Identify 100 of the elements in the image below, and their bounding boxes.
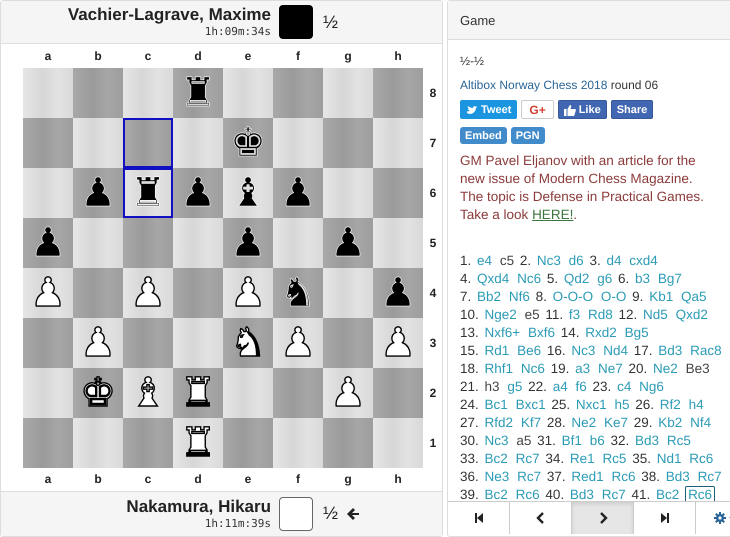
chess-piece[interactable]: ♟ <box>80 170 116 216</box>
move-link[interactable]: d4 <box>604 253 624 268</box>
board-square[interactable]: ♟ <box>223 218 273 268</box>
move-link[interactable]: Nc6 <box>515 271 544 286</box>
move-link[interactable]: Bd3 <box>664 469 692 484</box>
promo-link[interactable]: HERE! <box>532 207 574 222</box>
like-button[interactable]: Like <box>558 100 607 119</box>
move-link[interactable]: Nxc1 <box>574 397 609 412</box>
move-link[interactable]: O-O-O <box>550 289 596 304</box>
move-link[interactable]: Bb2 <box>475 289 504 304</box>
move-link[interactable]: Nge2 <box>482 307 519 322</box>
move-link[interactable]: Rc7 <box>514 451 542 466</box>
move-link[interactable]: Qa5 <box>679 289 709 304</box>
move-link[interactable]: f3 <box>566 307 582 322</box>
board-square[interactable]: ♞ <box>273 268 323 318</box>
move-link[interactable]: Rc7 <box>696 469 724 484</box>
move-link[interactable]: Rhf1 <box>482 361 516 376</box>
move-link[interactable]: Re1 <box>568 451 597 466</box>
move-link[interactable]: Nd1 <box>654 451 684 466</box>
chess-piece[interactable]: ♞ <box>230 320 266 366</box>
share-button[interactable]: Share <box>610 100 654 119</box>
move-link[interactable]: Rxd2 <box>583 325 619 340</box>
move-link[interactable]: g5 <box>505 379 524 394</box>
move-link[interactable]: e5 <box>522 307 542 322</box>
move-link[interactable]: Kf7 <box>518 415 544 430</box>
board-square[interactable]: ♞ <box>223 318 273 368</box>
move-link[interactable]: g6 <box>595 271 614 286</box>
move-link[interactable]: Bxf6 <box>526 325 557 340</box>
move-link[interactable]: O-O <box>598 289 628 304</box>
move-link[interactable]: Bxc1 <box>514 397 548 412</box>
move-link[interactable]: Bc2 <box>482 451 510 466</box>
tweet-button[interactable]: Tweet <box>460 100 518 119</box>
move-link[interactable]: Bd3 <box>656 343 684 358</box>
export-button[interactable]: Embed <box>460 127 507 144</box>
move-link[interactable]: Rc6 <box>514 487 542 501</box>
move-link[interactable]: Red1 <box>569 469 606 484</box>
move-link[interactable]: c4 <box>615 379 634 394</box>
board-square[interactable]: ♟ <box>173 168 223 218</box>
move-link[interactable]: Nd5 <box>641 307 670 322</box>
move-link[interactable]: Nxf6+ <box>482 325 522 340</box>
move-link[interactable]: Nf4 <box>688 415 714 430</box>
chess-piece[interactable]: ♝ <box>230 170 266 216</box>
chess-piece[interactable]: ♚ <box>230 120 266 166</box>
google-plus-button[interactable]: G+ <box>521 100 554 119</box>
move-link[interactable]: h3 <box>482 379 502 394</box>
export-button[interactable]: PGN <box>510 127 545 144</box>
chess-piece[interactable]: ♟ <box>180 170 216 216</box>
move-link[interactable]: h4 <box>686 397 706 412</box>
move-link[interactable]: Bc2 <box>482 487 510 501</box>
board-square[interactable]: ♟ <box>323 218 373 268</box>
board-square[interactable]: ♜ <box>123 168 173 218</box>
move-link[interactable]: c5 <box>498 253 516 268</box>
move-link[interactable]: cxd4 <box>627 253 660 268</box>
move-link[interactable]: Rd1 <box>482 343 512 358</box>
board-square[interactable]: ♝ <box>223 168 273 218</box>
chess-piece[interactable]: ♟ <box>380 270 416 316</box>
move-link[interactable]: Ng6 <box>637 379 666 394</box>
board-square[interactable]: ♟ <box>273 168 323 218</box>
chess-piece[interactable]: ♜ <box>130 170 166 216</box>
move-link[interactable]: Ne2 <box>569 415 598 430</box>
move-link[interactable]: Rc7 <box>515 469 544 484</box>
chess-piece[interactable]: ♟ <box>280 170 316 216</box>
chess-piece[interactable]: ♜ <box>180 370 216 416</box>
move-link[interactable]: f6 <box>573 379 589 394</box>
move-link[interactable]: Nc6 <box>518 361 547 376</box>
move-link[interactable]: Kb1 <box>647 289 676 304</box>
move-link[interactable]: Nd4 <box>601 343 630 358</box>
move-link[interactable]: Ne2 <box>651 361 680 376</box>
move-link[interactable]: a3 <box>573 361 592 376</box>
move-link[interactable]: a4 <box>550 379 570 394</box>
move-link[interactable]: Nf6 <box>506 289 532 304</box>
move-link[interactable]: Be6 <box>515 343 544 358</box>
move-link[interactable]: Bd3 <box>568 487 596 501</box>
move-link[interactable]: Qxd2 <box>674 307 710 322</box>
move-link[interactable]: Rf2 <box>658 397 683 412</box>
move-link[interactable]: Rd8 <box>586 307 615 322</box>
board-square[interactable]: ♟ <box>373 268 423 318</box>
move-link[interactable]: Ne3 <box>482 469 512 484</box>
move-link[interactable]: Rac8 <box>688 343 724 358</box>
move-link[interactable]: Bd3 <box>633 433 662 448</box>
event-link[interactable]: Altibox Norway Chess 2018 <box>460 78 608 92</box>
move-link[interactable]: Rc7 <box>600 487 628 501</box>
chess-piece[interactable]: ♟ <box>30 220 66 266</box>
board-square[interactable]: ♜ <box>173 68 223 118</box>
move-link[interactable]: Rc6 <box>687 451 716 466</box>
move-link[interactable]: Rc5 <box>664 433 693 448</box>
move-link[interactable]: b3 <box>633 271 652 286</box>
move-link[interactable]: Bc2 <box>654 487 682 501</box>
move-link[interactable]: Ke7 <box>602 415 630 430</box>
move-link[interactable]: Be3 <box>684 361 712 376</box>
board-square[interactable]: ♟ <box>73 168 123 218</box>
board-square[interactable]: ♜ <box>173 368 223 418</box>
move-link[interactable]: b6 <box>588 433 607 448</box>
move-link[interactable]: h5 <box>612 397 632 412</box>
move-link[interactable]: Rfd2 <box>482 415 516 430</box>
move-link[interactable]: Bg5 <box>622 325 651 340</box>
move-link[interactable]: d6 <box>566 253 586 268</box>
chess-piece[interactable]: ♞ <box>280 270 316 316</box>
chess-piece[interactable]: ♜ <box>180 70 216 116</box>
move-link[interactable]: e4 <box>475 253 494 268</box>
